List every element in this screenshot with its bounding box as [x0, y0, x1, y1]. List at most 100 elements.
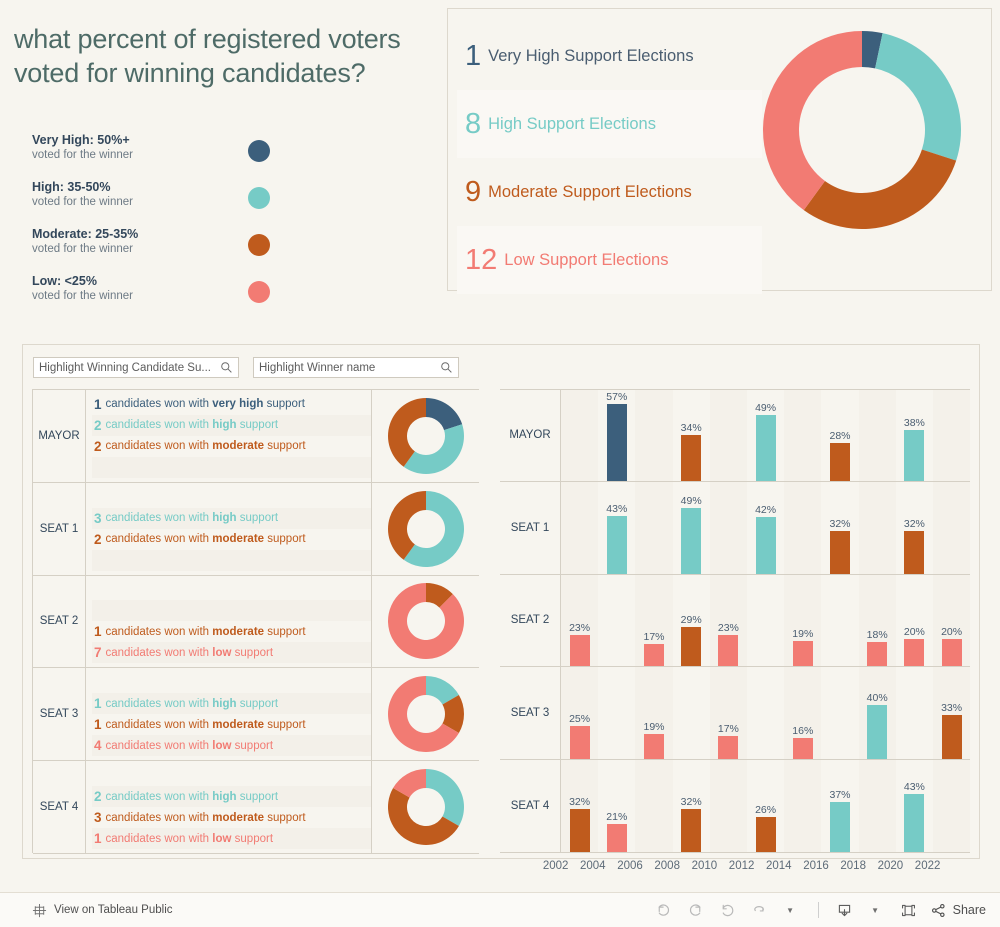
x-axis-tick: 2016: [803, 860, 829, 872]
x-axis-tick: 2002: [542, 860, 569, 872]
bar[interactable]: [606, 823, 627, 852]
bar[interactable]: [830, 802, 850, 852]
grid-band: [858, 760, 896, 852]
kpi-row[interactable]: 9 Moderate Support Elections: [457, 158, 762, 226]
kpi-list: 1 Very High Support Elections 8 High Suppor…: [457, 22, 762, 294]
bar[interactable]: [867, 642, 888, 667]
chart-row-label: MAYOR: [509, 429, 551, 442]
bar[interactable]: [644, 643, 664, 667]
search-icon: [441, 362, 452, 373]
winner-filter[interactable]: [253, 357, 459, 378]
highlight-support-input[interactable]: [34, 358, 212, 377]
x-axis-tick: 2012: [728, 860, 755, 872]
bar-value-label: 16%: [792, 724, 814, 737]
breakdown-line: [92, 456, 371, 478]
share-button[interactable]: Share: [930, 902, 986, 919]
chart-row: MAYOR 57% 34% 49% 28% 38%: [500, 389, 971, 482]
bar[interactable]: [941, 639, 962, 667]
bar[interactable]: [792, 640, 813, 667]
table-row[interactable]: SEAT 3 1 candidates won with high support 1…: [33, 668, 479, 762]
kpi-count: 1: [465, 39, 482, 72]
bar-value-label: 17%: [717, 723, 739, 736]
refresh-icon[interactable]: [745, 897, 775, 923]
view-on-tableau-public[interactable]: View on Tableau Public: [32, 903, 173, 918]
bar-value-label: 38%: [903, 416, 925, 429]
bar[interactable]: [830, 443, 850, 481]
kpi-row[interactable]: 12 Low Support Elections: [457, 226, 762, 294]
bar[interactable]: [644, 733, 664, 760]
bar[interactable]: [792, 737, 813, 760]
highlight-winner-input[interactable]: [254, 358, 432, 377]
grid-band: [933, 390, 971, 481]
refresh-dropdown-icon[interactable]: ▼: [777, 897, 807, 923]
revert-icon[interactable]: [713, 897, 743, 923]
bar-value-label: 57%: [606, 391, 628, 404]
download-icon[interactable]: [830, 897, 860, 923]
grid-band: [784, 760, 822, 852]
bar[interactable]: [681, 808, 702, 852]
bar[interactable]: [755, 816, 776, 852]
bar[interactable]: [941, 714, 962, 760]
fullscreen-icon[interactable]: [894, 897, 924, 923]
bar-value-label: 20%: [903, 626, 925, 639]
bar-value-label: 25%: [569, 712, 591, 725]
bar-value-label: 23%: [717, 622, 739, 635]
table-row[interactable]: SEAT 4 2 candidates won with high support 3…: [33, 761, 479, 854]
redo-icon[interactable]: [681, 897, 711, 923]
bar[interactable]: [569, 725, 590, 760]
bar[interactable]: [606, 404, 627, 481]
row-breakdown-text: 3 candidates won with high support 2 candid…: [86, 483, 371, 575]
bar-value-label: 32%: [569, 795, 591, 808]
bar[interactable]: [718, 635, 739, 667]
bar[interactable]: [904, 429, 925, 481]
breakdown-line: 1 candidates won with moderate support: [94, 717, 306, 733]
table-row[interactable]: SEAT 1 3 candidates won with high support 2…: [33, 482, 479, 576]
filter-bar: [33, 357, 459, 378]
bar[interactable]: [606, 515, 627, 574]
table-row[interactable]: SEAT 2 1 candidates won with moderate supp…: [33, 575, 479, 669]
table-row[interactable]: MAYOR 1 candidates won with very high supp…: [33, 390, 479, 483]
kpi-row[interactable]: 1 Very High Support Elections: [457, 22, 762, 90]
bar[interactable]: [867, 705, 888, 760]
grid-band: [709, 760, 747, 852]
bar[interactable]: [681, 435, 702, 481]
grid-band: [709, 481, 747, 574]
bar[interactable]: [718, 736, 739, 760]
grid-band: [858, 481, 896, 574]
chart-plot-area: 43% 49% 42% 32% 32%: [560, 481, 971, 574]
grid-band: [635, 481, 673, 574]
breakdown-line: 2 candidates won with high support: [92, 414, 371, 436]
bar[interactable]: [569, 635, 590, 667]
bar[interactable]: [755, 414, 776, 481]
bar[interactable]: [681, 507, 702, 574]
download-dropdown-icon[interactable]: ▼: [862, 897, 892, 923]
bar[interactable]: [904, 639, 925, 667]
bar[interactable]: [904, 794, 925, 852]
row-breakdown-text: 1 candidates won with very high support 2 c…: [86, 390, 371, 482]
bar[interactable]: [755, 517, 776, 574]
bar-value-label: 42%: [755, 504, 777, 517]
bar[interactable]: [830, 530, 850, 574]
bar[interactable]: [681, 627, 702, 667]
breakdown-table: MAYOR 1 candidates won with very high supp…: [32, 389, 479, 854]
bar-value-label: 19%: [643, 720, 665, 733]
legend-swatch-low: [248, 281, 270, 303]
bar[interactable]: [569, 808, 590, 852]
grid-band: [561, 481, 599, 574]
bar-value-label: 49%: [755, 401, 777, 414]
support-filter[interactable]: [33, 357, 239, 378]
legend-color-swatches: [248, 140, 270, 328]
grid-band: [858, 390, 896, 481]
breakdown-line: 1 candidates won with high support: [92, 693, 371, 715]
breakdown-line: 3 candidates won with moderate support: [94, 810, 306, 826]
bar[interactable]: [904, 530, 925, 574]
bar-value-label: 32%: [903, 517, 925, 530]
x-axis-tick: 2008: [654, 860, 680, 872]
breakdown-line: [92, 579, 371, 600]
x-axis-tick: 2018: [840, 860, 866, 872]
undo-icon[interactable]: [649, 897, 679, 923]
row-donut-chart: [371, 761, 479, 853]
kpi-row[interactable]: 8 High Support Elections: [457, 90, 762, 158]
x-axis-tick: 2014: [766, 860, 792, 872]
search-icon: [221, 362, 232, 373]
